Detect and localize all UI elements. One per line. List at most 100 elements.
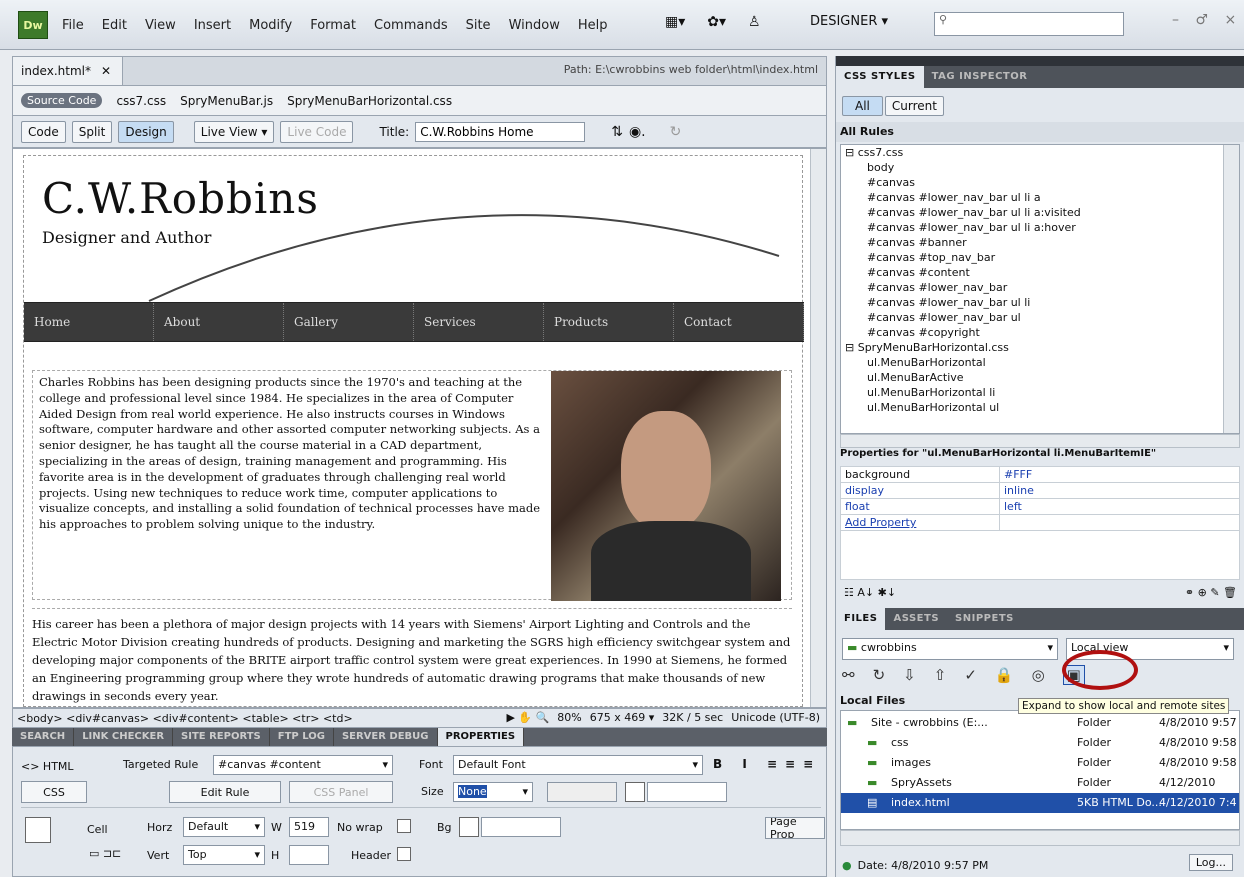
checkout-icon[interactable]: ✓ — [964, 666, 977, 684]
window-size[interactable]: 675 x 469 ▾ — [590, 711, 655, 724]
css-rule-item[interactable]: #canvas #lower_nav_bar ul li — [841, 295, 1239, 310]
select-tool-icon[interactable]: ▶ ✋ 🔍 — [506, 711, 549, 724]
rules-hscrollbar[interactable] — [840, 434, 1240, 448]
window-controls[interactable]: – ♂ × — [1172, 12, 1242, 28]
page-properties-button[interactable]: Page Prop — [765, 817, 825, 839]
css-tab[interactable]: CSS STYLES — [836, 66, 924, 88]
nav-item[interactable]: Contact — [674, 303, 804, 341]
menu-modify[interactable]: Modify — [249, 18, 292, 33]
site-person-icon[interactable]: ♙ — [748, 14, 761, 30]
menu-edit[interactable]: Edit — [102, 18, 127, 33]
code-view-button[interactable]: Code — [21, 120, 66, 143]
css-rule-item[interactable]: ul.MenuBarHorizontal ul — [841, 400, 1239, 415]
refresh-files-icon[interactable]: ↻ — [873, 666, 886, 684]
property-name[interactable]: display — [840, 482, 1000, 499]
put-files-icon[interactable]: ⇧ — [934, 666, 947, 684]
property-row[interactable]: float left — [840, 498, 1240, 515]
css-rule-item[interactable]: ⊟ SpryMenuBarHorizontal.css — [841, 340, 1239, 355]
css-rule-item[interactable]: ul.MenuBarActive — [841, 370, 1239, 385]
file-row[interactable]: ▤ index.html 5KB HTML Do... 4/12/2010 7:4 — [841, 793, 1239, 813]
css-rule-item[interactable]: #canvas #banner — [841, 235, 1239, 250]
menu-file[interactable]: File — [62, 18, 84, 33]
connect-icon[interactable]: ⚯ — [842, 666, 855, 684]
vert-select[interactable]: Top ▾ — [183, 845, 265, 865]
all-button[interactable]: All — [842, 96, 883, 116]
css-tab[interactable]: TAG INSPECTOR — [924, 66, 1036, 88]
source-code-button[interactable]: Source Code — [21, 93, 103, 108]
layout-icon[interactable]: ▦▾ — [665, 14, 685, 30]
html-mode-button[interactable]: <> HTML — [21, 755, 91, 777]
nav-item[interactable]: Gallery — [284, 303, 414, 341]
preview-browser-icon[interactable]: ◉. — [629, 124, 646, 140]
nav-item[interactable]: About — [154, 303, 284, 341]
css-rule-item[interactable]: #canvas #content — [841, 265, 1239, 280]
menu-help[interactable]: Help — [578, 18, 608, 33]
zoom-value[interactable]: 80% — [557, 711, 581, 724]
css-rule-item[interactable]: #canvas #lower_nav_bar ul li a:hover — [841, 220, 1239, 235]
file-management-icon[interactable]: ⇅ — [611, 124, 623, 140]
view-mode-icons[interactable]: ☷ A↓ ✱↓ — [844, 586, 896, 599]
bottom-tab[interactable]: PROPERTIES — [437, 728, 525, 746]
nowrap-checkbox[interactable] — [397, 819, 411, 833]
files-tab[interactable]: ASSETS — [885, 608, 947, 630]
menu-format[interactable]: Format — [310, 18, 356, 33]
files-hscrollbar[interactable] — [840, 830, 1240, 846]
merge-cells-icon[interactable]: ▭ ⊐⊏ — [89, 847, 121, 860]
menu-site[interactable]: Site — [466, 18, 491, 33]
color-input[interactable] — [647, 782, 727, 802]
related-file[interactable]: SpryMenuBarHorizontal.css — [287, 94, 452, 108]
targeted-rule-select[interactable]: #canvas #content ▾ — [213, 755, 393, 775]
get-files-icon[interactable]: ⇩ — [903, 666, 916, 684]
related-file[interactable]: css7.css — [116, 94, 166, 108]
property-name[interactable]: float — [840, 498, 1000, 515]
menu-window[interactable]: Window — [509, 18, 560, 33]
menu-commands[interactable]: Commands — [374, 18, 448, 33]
tag-selector[interactable]: <body> <div#canvas> <div#content> <table… — [17, 712, 353, 725]
files-tab[interactable]: FILES — [836, 608, 886, 630]
nav-item[interactable]: Products — [544, 303, 674, 341]
format-buttons[interactable]: B I ≡≡≡ — [713, 757, 821, 771]
bottom-tab[interactable]: LINK CHECKER — [74, 728, 174, 746]
edit-rule-button[interactable]: Edit Rule — [169, 781, 281, 803]
file-row[interactable]: ▬ images Folder 4/8/2010 9:58 — [841, 753, 1239, 773]
site-select[interactable]: ▬ cwrobbins ▾ — [842, 638, 1058, 660]
property-value[interactable]: left — [999, 498, 1240, 515]
property-name[interactable]: background — [840, 466, 1000, 483]
css-rule-item[interactable]: #canvas #lower_nav_bar ul li a — [841, 190, 1239, 205]
bottom-tab[interactable]: SITE REPORTS — [173, 728, 270, 746]
workspace-switcher[interactable]: DESIGNER ▾ — [810, 14, 888, 29]
design-view-button[interactable]: Design — [118, 120, 174, 143]
nav-item[interactable]: Services — [414, 303, 544, 341]
color-swatch[interactable] — [625, 782, 645, 802]
bottom-tab[interactable]: SERVER DEBUG — [334, 728, 438, 746]
sync-icon[interactable]: ◎ — [1032, 666, 1045, 684]
doc-tab-index[interactable]: index.html* ✕ — [13, 57, 123, 85]
file-row[interactable]: ▬SpryAssetsFolder4/12/2010 7:01 — [841, 773, 1239, 809]
css-rule-item[interactable]: ul.MenuBarHorizontal — [841, 355, 1239, 370]
height-input[interactable] — [289, 845, 329, 865]
design-view[interactable]: C.W.Robbins Designer and Author Home Abou… — [12, 148, 827, 708]
property-row[interactable]: Add Property — [840, 514, 1240, 531]
refresh-icon[interactable]: ↻ — [670, 124, 682, 140]
css-rule-item[interactable]: ul.MenuBarHorizontal li — [841, 385, 1239, 400]
property-value[interactable]: #FFF — [999, 466, 1240, 483]
size-unit-select[interactable] — [547, 782, 617, 802]
css-rule-item[interactable]: #canvas — [841, 175, 1239, 190]
property-value[interactable]: inline — [999, 482, 1240, 499]
extend-gear-icon[interactable]: ✿▾ — [707, 14, 726, 30]
live-code-button[interactable]: Live Code — [280, 120, 354, 143]
css-panel-button[interactable]: CSS Panel — [289, 781, 393, 803]
font-select[interactable]: Default Font ▾ — [453, 755, 703, 775]
checkin-icon[interactable]: 🔒 — [995, 666, 1014, 684]
css-rule-item[interactable]: #canvas #lower_nav_bar — [841, 280, 1239, 295]
rules-scrollbar[interactable] — [1223, 145, 1239, 433]
files-tab[interactable]: SNIPPETS — [947, 608, 1022, 630]
live-view-button[interactable]: Live View ▾ — [193, 120, 275, 143]
size-select[interactable]: None ▾ — [453, 782, 533, 802]
bottom-tab[interactable]: SEARCH — [12, 728, 75, 746]
header-checkbox[interactable] — [397, 847, 411, 861]
close-icon[interactable]: ✕ — [101, 64, 111, 78]
css-rule-item[interactable]: #canvas #copyright — [841, 325, 1239, 340]
related-file[interactable]: SpryMenuBar.js — [180, 94, 273, 108]
horz-select[interactable]: Default ▾ — [183, 817, 265, 837]
